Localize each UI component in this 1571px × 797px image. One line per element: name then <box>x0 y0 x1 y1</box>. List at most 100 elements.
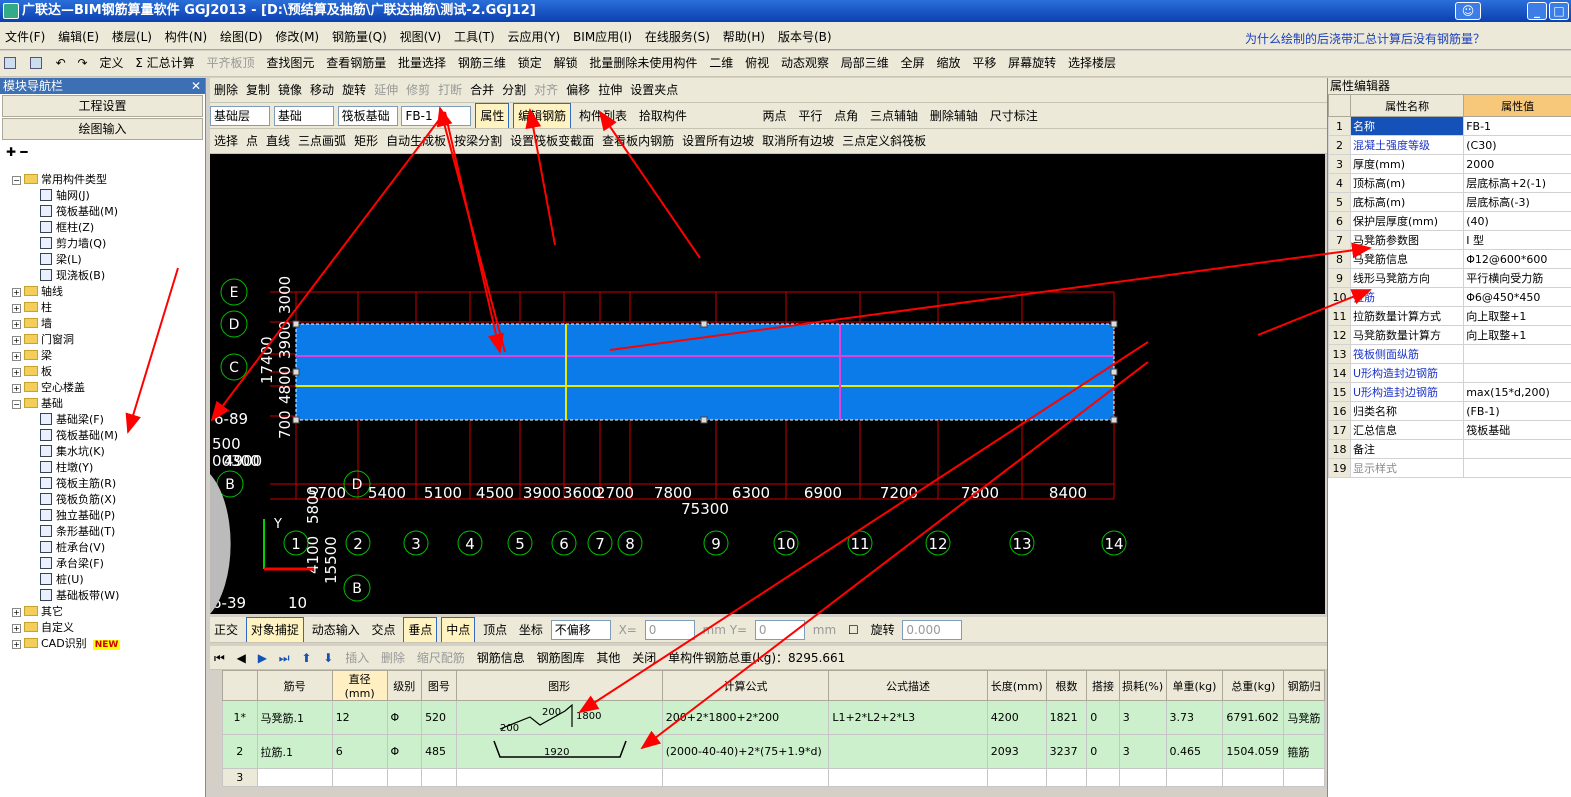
offset-button[interactable]: 偏移 <box>562 78 594 102</box>
rebar-cell[interactable]: 0 <box>1086 700 1120 735</box>
rebar-cell[interactable]: 1821 <box>1045 700 1088 735</box>
variable-section-button[interactable]: 设置筏板变截面 <box>506 129 598 153</box>
property-value[interactable] <box>1463 363 1571 383</box>
select-button[interactable]: 选择 <box>210 129 242 153</box>
prev-icon[interactable]: ◀ <box>233 646 250 669</box>
category-select[interactable]: 基础 <box>273 106 334 126</box>
expand-toggle-icon[interactable]: + <box>12 640 21 649</box>
rebar-cell[interactable] <box>1283 768 1325 787</box>
property-row[interactable]: 7 马凳筋参数图 I 型 <box>1328 230 1571 250</box>
select-floor-button[interactable]: 选择楼层 <box>1064 51 1120 75</box>
auto-slab-button[interactable]: 自动生成板 <box>382 129 450 153</box>
property-row[interactable]: 5 底标高(m) 层底标高(-3) <box>1328 192 1571 212</box>
rebar-cell[interactable] <box>421 768 457 787</box>
rebar-col-header[interactable]: 长度(mm) <box>986 670 1047 701</box>
fullscreen-button[interactable]: 全屏 <box>897 51 929 75</box>
local-3d-button[interactable]: 局部三维 <box>837 51 893 75</box>
rebar-row[interactable]: 1* 马凳筋.1 12 Φ 520 200 1800 200 200+2*1800+2*200 L… <box>222 700 1325 735</box>
rebar-cell[interactable]: 485 <box>421 734 457 769</box>
property-row[interactable]: 11 拉筋数量计算方式 向上取整+1 <box>1328 306 1571 326</box>
tree-node[interactable]: + 空心楼盖 <box>0 380 205 396</box>
first-icon[interactable]: ⏮ <box>210 646 229 669</box>
rebar-col-header[interactable]: 筋号 <box>256 670 333 701</box>
point-angle-button[interactable]: 点角 <box>830 104 862 128</box>
property-row[interactable]: 18 备注 <box>1328 439 1571 459</box>
parallel-button[interactable]: 平行 <box>794 104 826 128</box>
coordinate-snap-button[interactable]: 坐标 <box>515 618 547 642</box>
cancel-slope-button[interactable]: 取消所有边坡 <box>758 129 838 153</box>
tree-node[interactable]: 筏板主筋(R) <box>0 476 205 492</box>
property-value[interactable]: max(15*d,200) <box>1463 382 1571 402</box>
new-icon[interactable] <box>0 51 22 75</box>
property-row[interactable]: 13 筏板侧面纵筋 <box>1328 344 1571 364</box>
point-button[interactable]: 点 <box>242 129 262 153</box>
rebar-cell[interactable]: 3.73 <box>1165 700 1224 735</box>
rotate-checkbox[interactable]: ☐ <box>844 618 863 642</box>
tree-node[interactable]: 筏板基础(M) <box>0 428 205 444</box>
property-value[interactable]: 向上取整+1 <box>1463 306 1571 326</box>
rebar-cell[interactable]: 0.465 <box>1165 734 1224 769</box>
tree-node[interactable]: + 梁 <box>0 348 205 364</box>
arc-button[interactable]: 三点画弧 <box>294 129 350 153</box>
property-row[interactable]: 16 归类名称 (FB-1) <box>1328 401 1571 421</box>
expand-toggle-icon[interactable]: + <box>12 320 21 329</box>
rebar-col-header[interactable]: 级别 <box>386 670 423 701</box>
tree-node[interactable]: 条形基础(T) <box>0 524 205 540</box>
expand-collapse-icons[interactable]: ✚ ━ <box>0 141 205 163</box>
rebar-cell[interactable]: 3237 <box>1045 734 1088 769</box>
break-button[interactable]: 打断 <box>434 78 466 102</box>
faq-link[interactable]: 为什么绘制的后浇带汇总计算后没有钢筋量？ <box>1240 24 1489 47</box>
property-row[interactable]: 9 线形马凳筋方向 平行横向受力筋 <box>1328 268 1571 288</box>
rebar-cell[interactable]: Φ <box>386 734 423 769</box>
property-row[interactable]: 14 U形构造封边钢筋 <box>1328 363 1571 383</box>
property-row[interactable]: 2 混凝土强度等级 (C30) <box>1328 135 1571 155</box>
zoom-button[interactable]: 缩放 <box>932 51 964 75</box>
tree-node[interactable]: + 轴线 <box>0 284 205 300</box>
minimize-button[interactable]: _ <box>1527 2 1547 20</box>
view-2d-dropdown[interactable]: 二维 <box>705 51 737 75</box>
move-up-icon[interactable]: ⬆ <box>297 646 315 669</box>
ortho-button[interactable]: 正交 <box>210 618 242 642</box>
edit-rebar-button[interactable]: 编辑钢筋 <box>513 103 572 128</box>
rebar-cell[interactable] <box>1045 768 1088 787</box>
dimension-button[interactable]: 尺寸标注 <box>986 104 1042 128</box>
rebar-shape-cell[interactable]: 200 1800 200 <box>455 700 663 735</box>
rebar-cell[interactable] <box>256 768 333 787</box>
rebar-cell[interactable]: 200+2*1800+2*200 <box>661 700 830 735</box>
tree-node[interactable]: + 门窗洞 <box>0 332 205 348</box>
perpendicular-snap-button[interactable]: 垂点 <box>403 617 438 642</box>
rebar-info-button[interactable]: 钢筋信息 <box>473 646 529 669</box>
summary-calc-button[interactable]: Σ 汇总计算 <box>131 51 198 75</box>
tree-node[interactable]: 轴网(J) <box>0 188 205 204</box>
rebar-cell[interactable] <box>986 768 1047 787</box>
grip-handle[interactable] <box>700 416 708 424</box>
rebar-cell[interactable] <box>331 768 388 787</box>
rebar-cell[interactable]: 拉筋.1 <box>256 734 333 769</box>
expand-toggle-icon[interactable]: + <box>12 288 21 297</box>
three-point-axis-button[interactable]: 三点辅轴 <box>866 104 922 128</box>
menu-help[interactable]: 帮助(H) <box>718 22 769 45</box>
scale-rebar-button[interactable]: 缩尺配筋 <box>413 646 469 669</box>
property-value[interactable]: 层底标高+2(-1) <box>1463 173 1571 193</box>
delete-button[interactable]: 删除 <box>210 78 242 102</box>
rebar-cell[interactable]: 2093 <box>986 734 1047 769</box>
rebar-library-button[interactable]: 钢筋图库 <box>533 646 589 669</box>
grip-handle[interactable] <box>1110 320 1118 328</box>
tree-node[interactable]: 基础梁(F) <box>0 412 205 428</box>
midpoint-snap-button[interactable]: 中点 <box>441 617 476 642</box>
pan-button[interactable]: 平移 <box>968 51 1000 75</box>
property-row[interactable]: 19 显示样式 <box>1328 458 1571 478</box>
menu-floor[interactable]: 楼层(L) <box>107 22 156 45</box>
element-select[interactable]: FB-1 <box>401 106 472 126</box>
view-rebar-button[interactable]: 查看钢筋量 <box>322 51 390 75</box>
intersect-snap-button[interactable]: 交点 <box>368 618 400 642</box>
rebar-cell[interactable]: L1+2*L2+2*L3 <box>828 700 988 735</box>
batch-select-button[interactable]: 批量选择 <box>394 51 450 75</box>
property-row[interactable]: 12 马凳筋数量计算方 向上取整+1 <box>1328 325 1571 345</box>
grip-handle[interactable] <box>700 320 708 328</box>
move-down-icon[interactable]: ⬇ <box>319 646 337 669</box>
rebar-col-header[interactable]: 公式描述 <box>828 670 988 701</box>
define-button[interactable]: 定义 <box>95 51 127 75</box>
rebar-cell[interactable]: 3 <box>1118 700 1167 735</box>
property-value[interactable]: 层底标高(-3) <box>1463 192 1571 212</box>
